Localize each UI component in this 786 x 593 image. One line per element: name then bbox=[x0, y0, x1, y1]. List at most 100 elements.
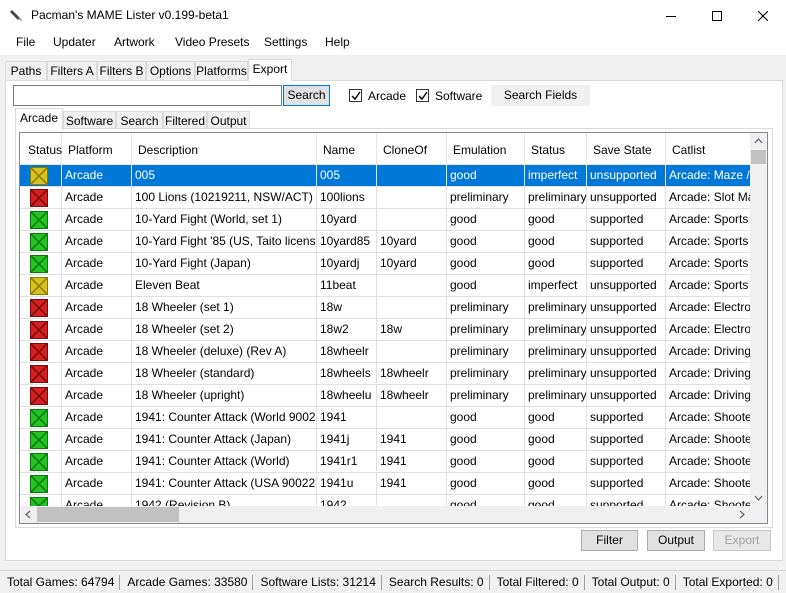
minimize-button[interactable] bbox=[648, 0, 694, 31]
table-row[interactable]: Arcade 18 Wheeler (deluxe) (Rev A) 18wheel… bbox=[20, 341, 756, 363]
vertical-scroll-thumb[interactable] bbox=[751, 150, 766, 164]
catlist-cell: Arcade: Electrom bbox=[666, 319, 756, 341]
software-checkbox[interactable] bbox=[416, 89, 429, 102]
status-bar: Total Games: 64794 Arcade Games: 33580 S… bbox=[0, 570, 786, 593]
cloneof-cell bbox=[377, 187, 447, 209]
name-cell: 18wheels bbox=[317, 363, 377, 385]
menu-settings[interactable]: Settings bbox=[264, 35, 307, 49]
menu-video-presets[interactable]: Video Presets bbox=[175, 35, 250, 49]
horizontal-scrollbar[interactable] bbox=[20, 506, 750, 523]
save-state-cell: supported bbox=[587, 209, 666, 231]
grid-header: Status Platform Description Name CloneOf… bbox=[20, 133, 756, 165]
games-grid[interactable]: Status Platform Description Name CloneOf… bbox=[19, 132, 768, 524]
column-header-emulation[interactable]: Emulation bbox=[447, 133, 525, 165]
driver-status-cell: good bbox=[525, 209, 587, 231]
arcade-checkbox-label[interactable]: Arcade bbox=[368, 89, 406, 103]
platform-cell: Arcade bbox=[62, 363, 132, 385]
status-cell bbox=[20, 209, 62, 231]
scroll-down-icon[interactable] bbox=[750, 489, 767, 506]
name-cell: 10yard85 bbox=[317, 231, 377, 253]
search-fields-button[interactable]: Search Fields bbox=[491, 85, 590, 106]
table-row[interactable]: Arcade 10-Yard Fight (Japan) 10yardj 10yard… bbox=[20, 253, 756, 275]
vertical-scrollbar[interactable] bbox=[750, 133, 767, 506]
close-button[interactable] bbox=[740, 0, 786, 31]
column-header-status[interactable]: Status bbox=[20, 133, 62, 165]
table-row[interactable]: Arcade Eleven Beat 11beat good imperfect unsu… bbox=[20, 275, 756, 297]
menu-help[interactable]: Help bbox=[325, 35, 350, 49]
column-header-platform[interactable]: Platform bbox=[62, 133, 132, 165]
filter-button[interactable]: Filter bbox=[581, 530, 638, 551]
status-cell bbox=[20, 341, 62, 363]
status-green-icon bbox=[30, 475, 48, 493]
scroll-up-icon[interactable] bbox=[750, 133, 767, 150]
table-row[interactable]: Arcade 1941: Counter Attack (World 900227… bbox=[20, 407, 756, 429]
save-state-cell: unsupported bbox=[587, 165, 666, 187]
column-header-description[interactable]: Description bbox=[132, 133, 317, 165]
horizontal-scroll-thumb[interactable] bbox=[37, 507, 179, 522]
name-cell: 1941j bbox=[317, 429, 377, 451]
search-button[interactable]: Search bbox=[283, 85, 330, 106]
status-cell bbox=[20, 187, 62, 209]
scroll-left-icon[interactable] bbox=[20, 506, 37, 523]
software-checkbox-label[interactable]: Software bbox=[435, 89, 482, 103]
export-button[interactable]: Export bbox=[713, 530, 771, 551]
cloneof-cell: 18wheelr bbox=[377, 363, 447, 385]
save-state-cell: supported bbox=[587, 253, 666, 275]
tab-export[interactable]: Export bbox=[248, 59, 292, 81]
status-total-filtered: Total Filtered: 0 bbox=[490, 574, 585, 590]
maximize-icon bbox=[712, 10, 722, 21]
tab-options[interactable]: Options bbox=[146, 61, 195, 81]
scroll-corner bbox=[750, 506, 767, 523]
status-cell bbox=[20, 253, 62, 275]
column-header-catlist[interactable]: Catlist bbox=[666, 133, 756, 165]
column-header-save-state[interactable]: Save State bbox=[587, 133, 666, 165]
catlist-cell: Arcade: Sports / bbox=[666, 253, 756, 275]
catlist-cell: Arcade: Sports / bbox=[666, 231, 756, 253]
table-row[interactable]: Arcade 100 Lions (10219211, NSW/ACT) 100li… bbox=[20, 187, 756, 209]
menu-artwork[interactable]: Artwork bbox=[114, 35, 155, 49]
platform-cell: Arcade bbox=[62, 385, 132, 407]
tab-filters-a[interactable]: Filters A bbox=[47, 61, 97, 81]
menu-file[interactable]: File bbox=[16, 35, 35, 49]
scroll-right-icon[interactable] bbox=[733, 506, 750, 523]
description-cell: 18 Wheeler (upright) bbox=[132, 385, 317, 407]
save-state-cell: unsupported bbox=[587, 385, 666, 407]
table-row[interactable]: Arcade 10-Yard Fight '85 (US, Taito licen… bbox=[20, 231, 756, 253]
tab-paths[interactable]: Paths bbox=[5, 61, 47, 81]
name-cell: 005 bbox=[317, 165, 377, 187]
description-cell: 1941: Counter Attack (World) bbox=[132, 451, 317, 473]
tab-filters-b[interactable]: Filters B bbox=[97, 61, 146, 81]
search-input[interactable] bbox=[13, 85, 282, 106]
table-row[interactable]: Arcade 18 Wheeler (set 2) 18w2 18w prelimina… bbox=[20, 319, 756, 341]
table-row[interactable]: Arcade 1941: Counter Attack (USA 900227) 1… bbox=[20, 473, 756, 495]
platform-cell: Arcade bbox=[62, 231, 132, 253]
table-row[interactable]: Arcade 18 Wheeler (standard) 18wheels 18whe… bbox=[20, 363, 756, 385]
output-button[interactable]: Output bbox=[647, 530, 705, 551]
table-row[interactable]: Arcade 18 Wheeler (set 1) 18w preliminary pr… bbox=[20, 297, 756, 319]
maximize-button[interactable] bbox=[694, 0, 740, 31]
save-state-cell: unsupported bbox=[587, 275, 666, 297]
status-software-lists: Software Lists: 31214 bbox=[253, 574, 382, 590]
cloneof-cell bbox=[377, 165, 447, 187]
name-cell: 10yard bbox=[317, 209, 377, 231]
column-header-driver-status[interactable]: Status bbox=[525, 133, 587, 165]
table-row[interactable]: Arcade 1941: Counter Attack (World) 1941r1… bbox=[20, 451, 756, 473]
table-row[interactable]: Arcade 10-Yard Fight (World, set 1) 10yard… bbox=[20, 209, 756, 231]
description-cell: 18 Wheeler (set 2) bbox=[132, 319, 317, 341]
status-search-results: Search Results: 0 bbox=[382, 574, 490, 590]
column-header-name[interactable]: Name bbox=[317, 133, 377, 165]
emulation-cell: preliminary bbox=[447, 363, 525, 385]
table-row[interactable]: Arcade 005 005 good imperfect unsupported Arca… bbox=[20, 165, 756, 187]
catlist-cell: Arcade: Sports / bbox=[666, 275, 756, 297]
description-cell: 1941: Counter Attack (USA 900227) bbox=[132, 473, 317, 495]
subtab-arcade[interactable]: Arcade bbox=[15, 108, 63, 130]
status-arcade-games: Arcade Games: 33580 bbox=[120, 574, 254, 590]
catlist-cell: Arcade: Driving / bbox=[666, 363, 756, 385]
driver-status-cell: good bbox=[525, 429, 587, 451]
menu-updater[interactable]: Updater bbox=[53, 35, 96, 49]
tab-platforms[interactable]: Platforms bbox=[195, 61, 248, 81]
column-header-cloneof[interactable]: CloneOf bbox=[377, 133, 447, 165]
table-row[interactable]: Arcade 1941: Counter Attack (Japan) 1941j 1… bbox=[20, 429, 756, 451]
arcade-checkbox[interactable] bbox=[349, 89, 362, 102]
table-row[interactable]: Arcade 18 Wheeler (upright) 18wheelu 18whee… bbox=[20, 385, 756, 407]
